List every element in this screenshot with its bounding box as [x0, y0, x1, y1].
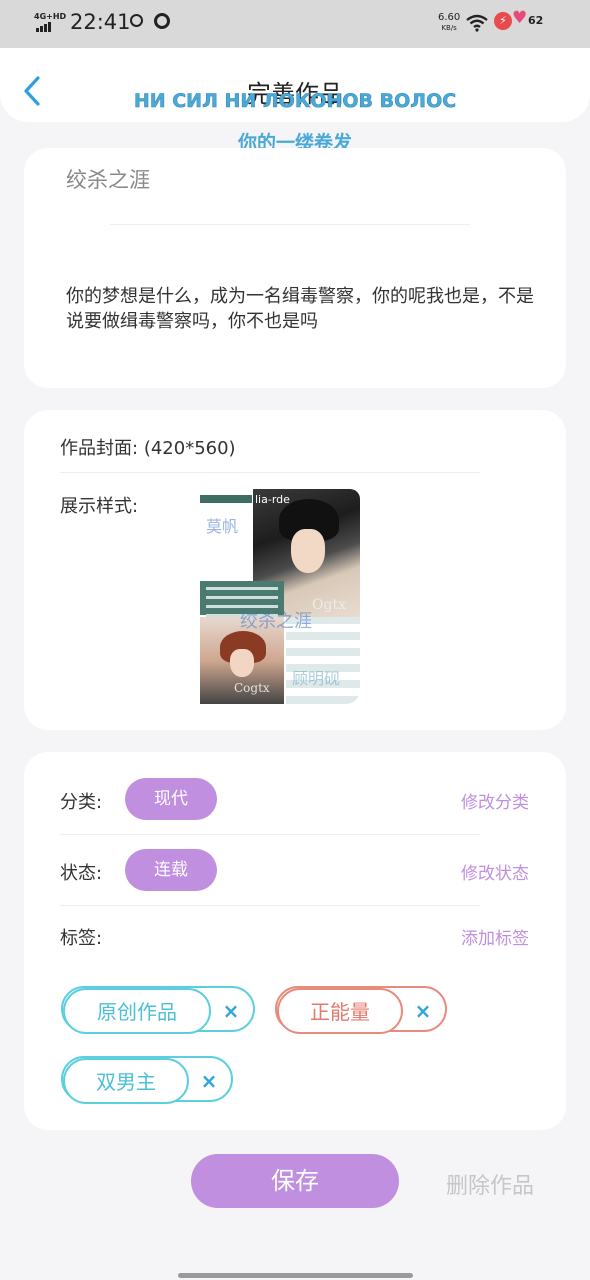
app-notification-icon	[154, 13, 170, 29]
status-bar: 4G+HD 22:41 6.60 KB/s ⚡ ♥ 62	[0, 0, 590, 48]
work-title-input[interactable]: 绞杀之涯	[66, 164, 150, 194]
remove-tag-icon[interactable]: ×	[189, 1058, 229, 1104]
speed-value: 6.60	[438, 12, 461, 23]
home-indicator[interactable]	[178, 1273, 413, 1278]
display-style-label: 展示样式:	[60, 496, 139, 517]
charging-icon: ⚡	[494, 12, 512, 30]
divider	[60, 905, 480, 906]
edit-category-link[interactable]: 修改分类	[461, 788, 529, 813]
speed-unit: KB/s	[441, 24, 457, 32]
cover-image[interactable]: lia-rde 莫帆 绞杀之涯 顾明砚 Ogtx Cogtx	[200, 489, 360, 704]
status-chip: 连载	[125, 849, 217, 891]
sync-icon	[130, 14, 143, 27]
battery-level: 62	[528, 14, 544, 27]
divider	[110, 224, 470, 225]
overlay-caption-line1: НИ СИЛ НИ ЛОКОНОВ ВОЛОС	[133, 90, 457, 113]
tags-label: 标签:	[60, 928, 103, 949]
tag-pill: 原创作品 ×	[61, 986, 255, 1034]
cover-watermark: Ogtx	[312, 597, 346, 613]
delete-work-button[interactable]: 删除作品	[446, 1168, 534, 1200]
edit-status-link[interactable]: 修改状态	[461, 859, 529, 884]
cover-size: (420*560)	[143, 438, 236, 459]
network-indicator: 4G+HD	[34, 12, 67, 21]
tag-pill: 正能量 ×	[275, 986, 447, 1034]
clock: 22:41	[70, 10, 131, 34]
add-tag-link[interactable]: 添加标签	[461, 924, 529, 949]
cover-label-text: 作品封面:	[60, 438, 139, 459]
save-button[interactable]: 保存	[191, 1154, 399, 1208]
cover-watermark: 莫帆	[206, 517, 239, 536]
tag-label: 双男主	[63, 1058, 189, 1104]
divider	[60, 834, 480, 835]
heart-icon: ♥	[512, 8, 528, 28]
tag-label: 正能量	[277, 988, 403, 1034]
category-label: 分类:	[60, 792, 103, 813]
cover-label: 作品封面: (420*560)	[60, 434, 236, 460]
cover-watermark: 顾明砚	[292, 669, 341, 688]
remove-tag-icon[interactable]: ×	[403, 988, 443, 1034]
wifi-icon	[466, 14, 488, 32]
remove-tag-icon[interactable]: ×	[211, 988, 251, 1034]
cover-top-tag: lia-rde	[255, 493, 290, 506]
category-chip: 现代	[125, 778, 217, 820]
cover-watermark: Cogtx	[234, 681, 270, 695]
network-speed: 6.60 KB/s	[438, 13, 460, 33]
tag-pill: 双男主 ×	[61, 1056, 233, 1104]
tag-label: 原创作品	[63, 988, 211, 1034]
divider	[60, 472, 480, 473]
cover-watermark: 绞杀之涯	[240, 611, 312, 632]
work-description-textarea[interactable]: 你的梦想是什么，成为一名缉毒警察，你的呢我也是，不是说要做缉毒警察吗，你不也是吗	[66, 284, 536, 334]
signal-icon	[36, 22, 51, 32]
status-label: 状态:	[60, 863, 103, 884]
